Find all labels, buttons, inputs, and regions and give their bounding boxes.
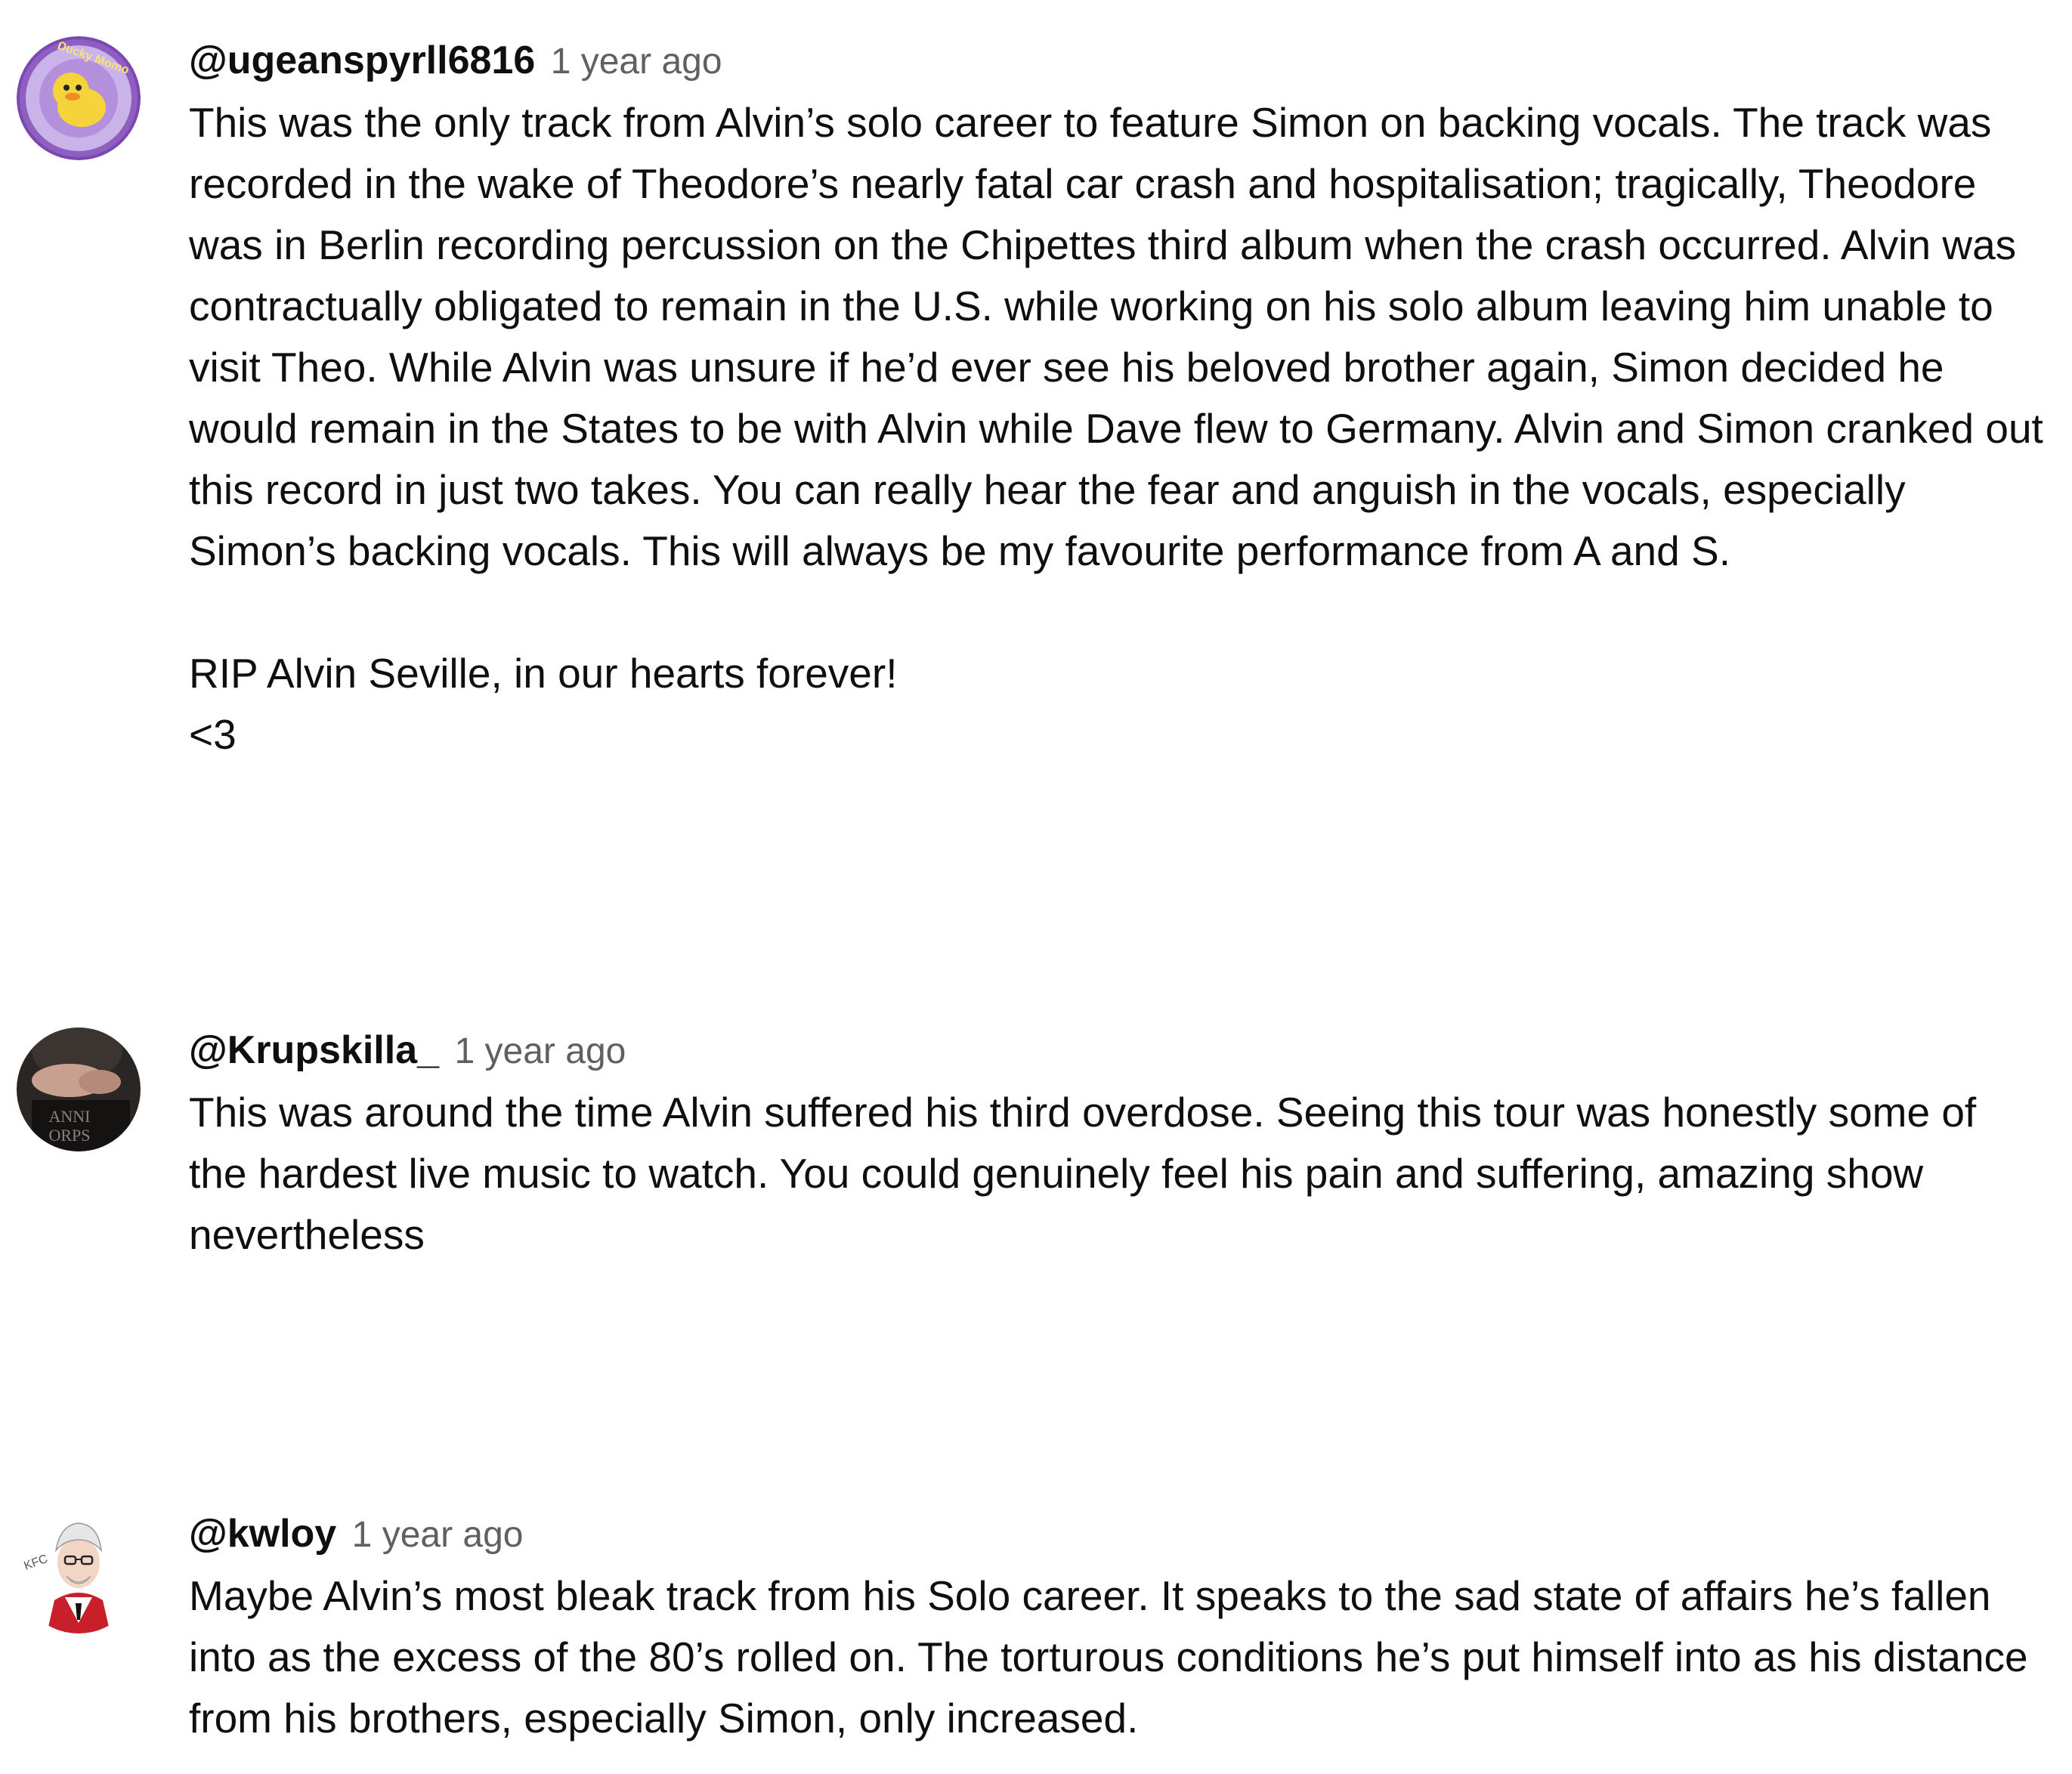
comment-item: KFC @kwloy 1 year ago Maybe Alvin’s most… xyxy=(0,1504,2072,1760)
comment-timestamp[interactable]: 1 year ago xyxy=(551,42,722,82)
comment-paragraph: <3 xyxy=(189,711,237,758)
avatar[interactable]: ANNI ORPS xyxy=(17,1028,141,1151)
comment-body: @kwloy 1 year ago Maybe Alvin’s most ble… xyxy=(189,1504,2043,1749)
ducky-momo-avatar-icon: Ducky Momo xyxy=(17,36,141,160)
comment-body: @ugeanspyrll6816 1 year ago This was the… xyxy=(189,30,2043,765)
comment-header: @kwloy 1 year ago xyxy=(189,1504,2043,1564)
comment-paragraph: This was the only track from Alvin’s sol… xyxy=(189,99,2043,574)
comment-paragraph: This was around the time Alvin suffered … xyxy=(189,1089,1977,1258)
avatar[interactable]: Ducky Momo xyxy=(17,36,141,160)
svg-text:ORPS: ORPS xyxy=(48,1126,90,1145)
author-name[interactable]: @ugeanspyrll6816 xyxy=(189,39,535,82)
author-name[interactable]: @kwloy xyxy=(189,1512,336,1556)
comment-header: @ugeanspyrll6816 1 year ago xyxy=(189,30,2043,91)
colonel-cartoon-avatar-icon: KFC xyxy=(17,1510,141,1633)
comment-text: This was the only track from Alvin’s sol… xyxy=(189,92,2043,765)
comment-text: Maybe Alvin’s most bleak track from his … xyxy=(189,1565,2043,1749)
author-name[interactable]: @Krupskilla_ xyxy=(189,1028,439,1072)
avatar[interactable]: KFC xyxy=(17,1510,141,1633)
comment-body: @Krupskilla_ 1 year ago This was around … xyxy=(189,1020,2043,1266)
comment-timestamp[interactable]: 1 year ago xyxy=(352,1515,524,1555)
comment-timestamp[interactable]: 1 year ago xyxy=(455,1031,626,1071)
comment-paragraph: RIP Alvin Seville, in our hearts forever… xyxy=(189,650,898,697)
band-shirt-avatar-icon: ANNI ORPS xyxy=(17,1028,141,1151)
comment-text: This was around the time Alvin suffered … xyxy=(189,1082,2043,1266)
comment-header: @Krupskilla_ 1 year ago xyxy=(189,1020,2043,1080)
comment-item: Ducky Momo @ugeanspyrll6816 1 year ago T… xyxy=(0,30,2072,876)
comment-item: ANNI ORPS @Krupskilla_ 1 year ago This w… xyxy=(0,1020,2072,1292)
comment-paragraph: Maybe Alvin’s most bleak track from his … xyxy=(189,1572,2028,1742)
svg-text:ANNI: ANNI xyxy=(49,1107,91,1126)
